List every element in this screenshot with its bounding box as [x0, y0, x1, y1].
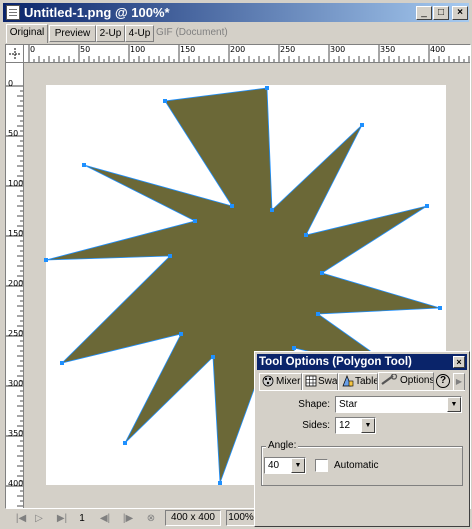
- vertex-handle[interactable]: [44, 258, 48, 262]
- shape-select-value: Star: [339, 399, 358, 410]
- first-frame-icon[interactable]: |◀: [15, 512, 27, 526]
- tables-icon: [342, 375, 354, 387]
- vertex-handle[interactable]: [123, 441, 127, 445]
- panel-menu-arrow-icon[interactable]: ▶: [453, 373, 465, 391]
- tab-options[interactable]: Options: [378, 372, 434, 391]
- vertex-handle[interactable]: [265, 86, 269, 90]
- angle-group: Angle: 40 ▼ Automatic: [261, 440, 463, 486]
- vertex-handle[interactable]: [60, 361, 64, 365]
- panel-title[interactable]: Tool Options (Polygon Tool) ×: [257, 354, 467, 370]
- angle-input[interactable]: 40 ▼: [264, 457, 306, 474]
- vertex-handle[interactable]: [163, 99, 167, 103]
- tab-options-label: Options: [400, 375, 434, 386]
- stop-icon[interactable]: ⊗: [145, 512, 157, 526]
- last-frame-icon[interactable]: ▶|: [56, 512, 68, 526]
- vertex-handle[interactable]: [320, 271, 324, 275]
- tab-tables-label: Tables: [355, 376, 377, 387]
- tool-options-panel: Tool Options (Polygon Tool) × Mixer Swa t…: [254, 351, 470, 527]
- tab-mixer[interactable]: Mixer: [259, 373, 302, 391]
- vertex-handle[interactable]: [438, 306, 442, 310]
- tab-swatches-label: Swatches: [318, 376, 338, 387]
- angle-label: Angle:: [266, 440, 299, 451]
- panel-tabs: Mixer Swatches Tables Options ? ▶: [259, 372, 465, 391]
- sides-label: Sides:: [302, 420, 330, 431]
- chevron-down-icon[interactable]: ▼: [291, 458, 305, 473]
- swatches-icon: [305, 375, 317, 387]
- help-icon[interactable]: ?: [436, 374, 450, 388]
- vertex-handle[interactable]: [82, 163, 86, 167]
- panel-title-text: Tool Options (Polygon Tool): [259, 356, 412, 368]
- vertex-handle[interactable]: [292, 346, 296, 350]
- vertex-handle[interactable]: [230, 204, 234, 208]
- options-icon: [381, 374, 398, 386]
- automatic-checkbox[interactable]: [315, 459, 328, 472]
- mixer-icon: [262, 375, 274, 387]
- vertex-handle[interactable]: [168, 254, 172, 258]
- panel-close-button[interactable]: ×: [453, 356, 465, 368]
- tab-tables[interactable]: Tables: [338, 373, 378, 391]
- chevron-down-icon[interactable]: ▼: [447, 397, 461, 412]
- tab-swatches[interactable]: Swatches: [302, 373, 338, 391]
- vertex-handle[interactable]: [211, 355, 215, 359]
- zoom-level[interactable]: 100%: [226, 510, 256, 526]
- sides-value: 12: [339, 420, 351, 431]
- shape-select[interactable]: Star ▼: [335, 396, 462, 413]
- vertex-handle[interactable]: [360, 123, 364, 127]
- previous-frame-icon[interactable]: ◀|: [99, 512, 111, 526]
- vertex-handle[interactable]: [304, 233, 308, 237]
- vertex-handle[interactable]: [316, 312, 320, 316]
- frame-number: 1: [79, 513, 85, 524]
- vertex-handle[interactable]: [270, 208, 274, 212]
- angle-value: 40: [268, 460, 280, 471]
- tab-mixer-label: Mixer: [276, 376, 301, 387]
- panel-divider: [259, 390, 465, 391]
- vertex-handle[interactable]: [425, 204, 429, 208]
- vertex-handle[interactable]: [179, 332, 183, 336]
- document-window: Untitled-1.png @ 100%* _ □ × Original Pr…: [0, 0, 472, 529]
- automatic-label: Automatic: [334, 460, 379, 471]
- play-icon[interactable]: ▷: [34, 512, 44, 526]
- vertex-handle[interactable]: [193, 219, 197, 223]
- image-size: 400 x 400: [165, 510, 221, 526]
- chevron-down-icon[interactable]: ▼: [361, 418, 375, 433]
- sides-input[interactable]: 12 ▼: [335, 417, 376, 434]
- vertex-handle[interactable]: [218, 481, 222, 485]
- next-frame-icon[interactable]: |▶: [122, 512, 134, 526]
- shape-label: Shape:: [298, 399, 330, 410]
